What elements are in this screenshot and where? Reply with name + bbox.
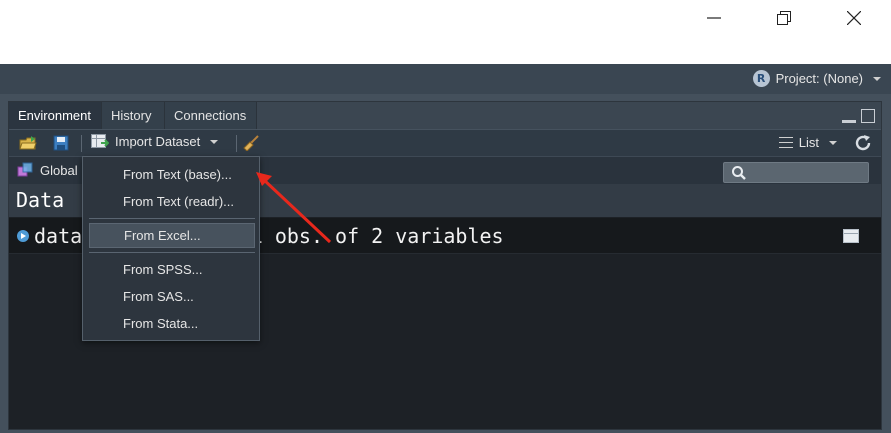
annotation-arrow [256,172,332,244]
annotation-arrow-shaft [262,178,332,244]
